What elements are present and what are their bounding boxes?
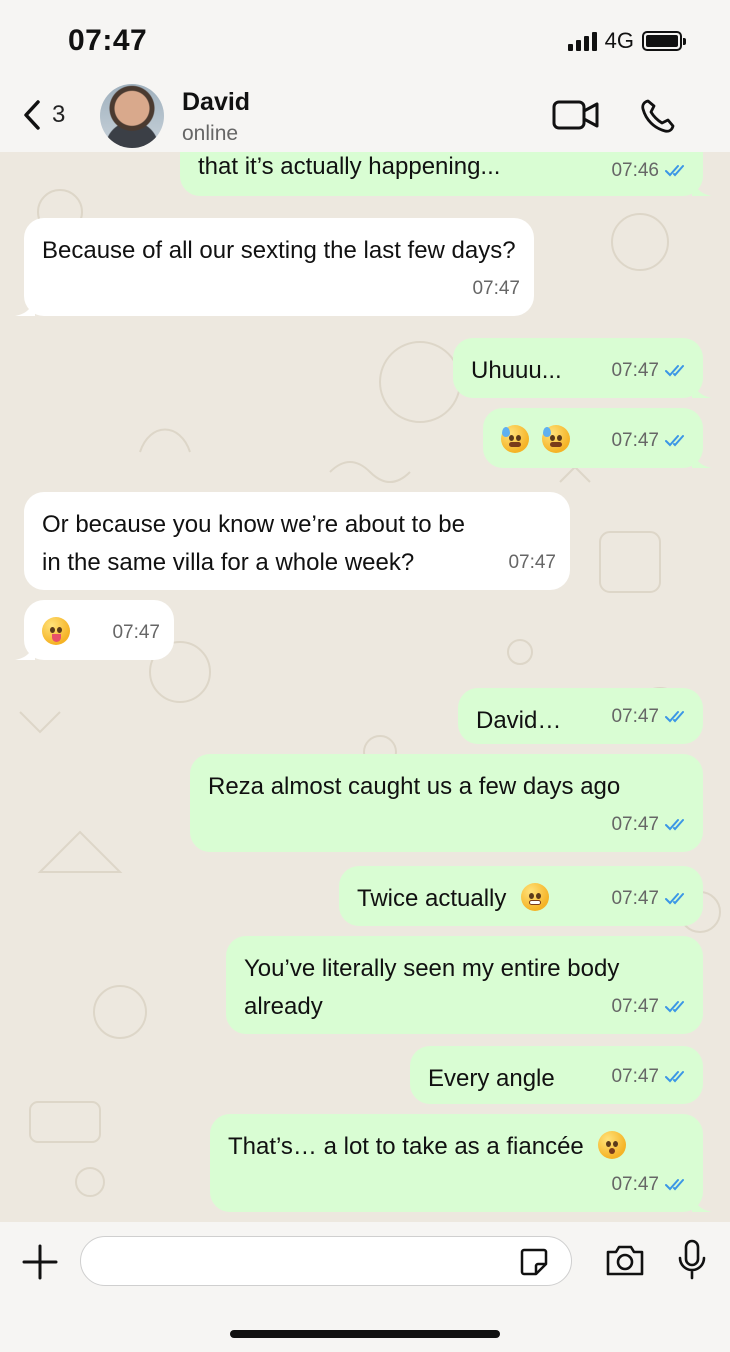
- read-ticks-icon: [665, 165, 684, 177]
- signal-icon: [567, 31, 597, 51]
- read-ticks-icon: [665, 1001, 684, 1013]
- message-outgoing[interactable]: that it’s actually happening... 07:46: [180, 152, 712, 196]
- read-ticks-icon: [665, 819, 684, 831]
- message-outgoing[interactable]: That’s… a lot to take as a fiancée 07:47: [210, 1114, 712, 1212]
- message-outgoing[interactable]: Every angle 07:47: [410, 1046, 703, 1104]
- composer-bar: [0, 1222, 730, 1352]
- message-text: Because of all our sexting the last few …: [42, 237, 516, 264]
- status-icons: 4G: [567, 28, 686, 54]
- bubble-tail: [15, 642, 35, 660]
- plus-icon[interactable]: [20, 1242, 60, 1282]
- bubble-tail: [692, 380, 712, 398]
- bubble-tail: [692, 1194, 712, 1212]
- read-ticks-icon: [665, 893, 684, 905]
- message-text: Reza almost caught us a few days ago: [208, 773, 621, 800]
- hot-face-sweat-emoji: [501, 425, 529, 453]
- contact-status: online: [182, 122, 239, 145]
- status-bar: 07:47 4G: [0, 0, 730, 80]
- message-meta: 07:47: [611, 988, 689, 1026]
- message-text: Or because you know we’re about to be in…: [42, 511, 465, 576]
- message-time: 07:47: [472, 278, 520, 299]
- grimacing-face-emoji: [521, 883, 550, 911]
- message-time: 07:47: [611, 888, 659, 909]
- home-indicator[interactable]: [230, 1330, 500, 1338]
- message-list[interactable]: that it’s actually happening... 07:46 Be…: [0, 152, 730, 1222]
- read-ticks-icon: [665, 1179, 684, 1191]
- chevron-left-icon: [24, 100, 40, 130]
- message-incoming[interactable]: 07:47: [15, 600, 174, 660]
- message-meta: 07:47: [611, 1166, 689, 1204]
- back-button[interactable]: 3: [22, 98, 65, 132]
- contact-name[interactable]: David: [182, 88, 250, 117]
- message-outgoing[interactable]: Uhuuu... 07:47: [453, 338, 712, 398]
- message-outgoing[interactable]: 07:47: [483, 408, 712, 468]
- message-meta: 07:47: [611, 1058, 689, 1096]
- message-outgoing[interactable]: David… 07:47: [458, 688, 703, 744]
- message-meta: 07:47: [611, 352, 689, 390]
- message-incoming[interactable]: Or because you know we’re about to be in…: [24, 492, 570, 590]
- message-outgoing[interactable]: You’ve literally seen my entire body alr…: [226, 936, 703, 1034]
- bubble-tail: [15, 298, 35, 316]
- message-text: Twice actually: [357, 885, 507, 912]
- message-time: 07:47: [611, 996, 659, 1017]
- sticker-icon[interactable]: [518, 1246, 550, 1278]
- microphone-icon[interactable]: [676, 1238, 708, 1282]
- zany-face-emoji: [42, 617, 70, 645]
- bubble-tail: [692, 178, 712, 196]
- message-input[interactable]: [80, 1236, 572, 1286]
- message-time: 07:47: [112, 622, 160, 643]
- read-ticks-icon: [665, 435, 684, 447]
- message-time: 07:47: [611, 430, 659, 451]
- message-text: that it’s actually happening...: [198, 153, 501, 180]
- network-type: 4G: [604, 28, 634, 53]
- message-outgoing[interactable]: Reza almost caught us a few days ago 07:…: [190, 754, 703, 852]
- video-call-icon[interactable]: [552, 98, 600, 132]
- message-incoming[interactable]: Because of all our sexting the last few …: [15, 218, 534, 316]
- message-outgoing[interactable]: Twice actually 07:47: [339, 866, 703, 926]
- read-ticks-icon: [665, 365, 684, 377]
- chat-header: 3 David online: [0, 80, 730, 152]
- message-text: David…: [476, 707, 562, 734]
- avatar[interactable]: [100, 84, 164, 148]
- message-text: You’ve literally seen my entire body alr…: [244, 955, 620, 1020]
- message-time: 07:47: [611, 1066, 659, 1087]
- message-meta: 07:47: [611, 806, 689, 844]
- read-ticks-icon: [665, 1071, 684, 1083]
- message-text: Every angle: [428, 1065, 555, 1092]
- read-ticks-icon: [665, 711, 684, 723]
- message-time: 07:46: [611, 160, 659, 181]
- phone-call-icon[interactable]: [640, 98, 678, 134]
- message-text: Uhuuu...: [471, 357, 562, 384]
- message-meta: 07:47: [611, 422, 689, 460]
- status-time: 07:47: [68, 24, 148, 57]
- message-meta: 07:47: [611, 880, 689, 918]
- message-time: 07:47: [611, 814, 659, 835]
- battery-icon: [642, 31, 686, 51]
- message-meta: 07:46: [611, 152, 689, 190]
- hot-face-sweat-emoji: [541, 425, 570, 453]
- flushed-face-emoji: [598, 1131, 627, 1159]
- message-time: 07:47: [611, 1174, 659, 1195]
- unread-count: 3: [52, 101, 66, 128]
- bubble-tail: [692, 450, 712, 468]
- message-time: 07:47: [611, 360, 659, 381]
- message-meta: 07:47: [611, 698, 689, 736]
- camera-icon[interactable]: [604, 1242, 646, 1278]
- message-text: That’s… a lot to take as a fiancée: [228, 1133, 584, 1160]
- message-time: 07:47: [508, 552, 556, 573]
- message-time: 07:47: [611, 706, 659, 727]
